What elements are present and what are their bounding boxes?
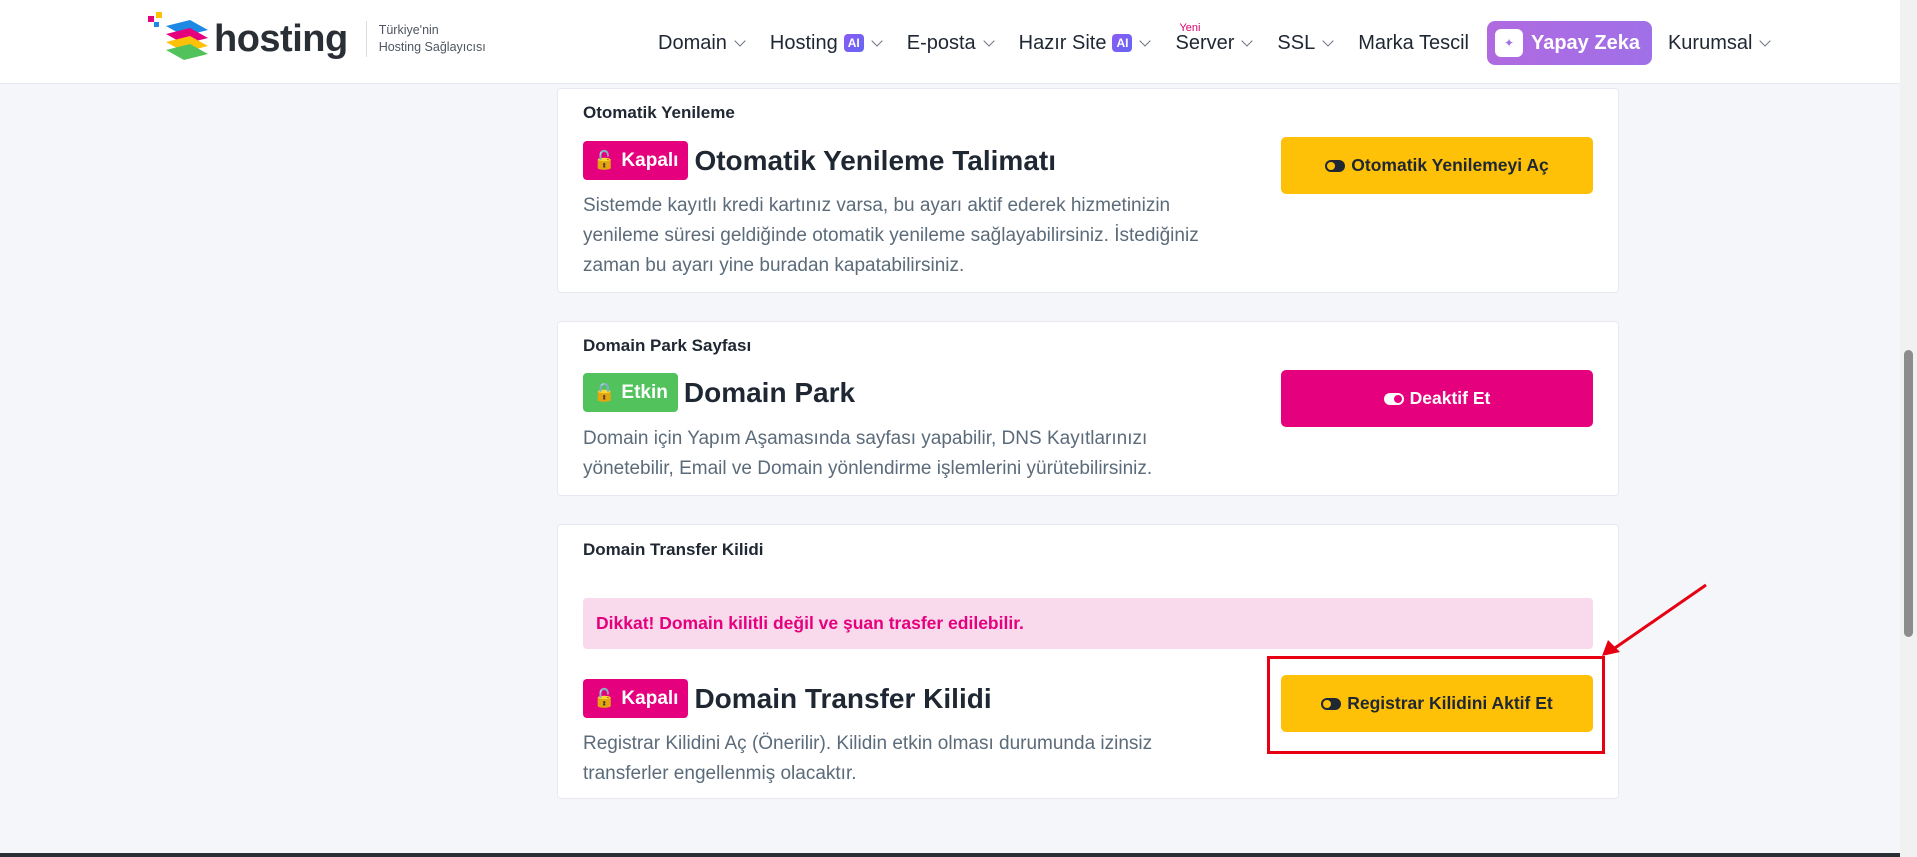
nav-kurumsal[interactable]: Kurumsal — [1667, 31, 1772, 55]
nav-domain[interactable]: Domain — [658, 31, 746, 55]
nav-domain-label: Domain — [658, 31, 727, 54]
nav-kurumsal-label: Kurumsal — [1667, 31, 1753, 54]
vertical-scrollbar[interactable] — [1900, 0, 1917, 857]
ai-badge: AI — [843, 34, 864, 52]
new-badge: Yeni — [1179, 21, 1201, 34]
status-badge: 🔓 Kapalı — [583, 679, 689, 718]
main-nav: Domain Hosting AI E-posta Hazır Site AI … — [658, 20, 1795, 66]
status-badge: 🔒 Etkin — [583, 373, 678, 412]
tagline-line-1: Türkiye'nin — [378, 23, 439, 37]
auto-renew-card: Otomatik Yenileme 🔓 Kapalı Otomatik Yeni… — [557, 88, 1619, 293]
card-title: Domain Park Sayfası — [583, 336, 752, 355]
button-label: Otomatik Yenilemeyi Aç — [1351, 155, 1549, 175]
chevron-down-icon — [734, 34, 746, 47]
brand-tagline: Türkiye'nin Hosting Sağlayıcısı — [379, 22, 486, 56]
chevron-down-icon — [1241, 34, 1254, 47]
description: Sistemde kayıtlı kredi kartınız varsa, b… — [583, 195, 1199, 276]
annotation-arrow-icon — [1602, 583, 1707, 656]
row-title: 🔓 Kapalı Otomatik Yenileme Talimatı — [583, 141, 1056, 180]
nav-yapay-zeka-label: Yapay Zeka — [1530, 31, 1640, 54]
unlock-icon: 🔓 — [593, 688, 616, 708]
card-title: Otomatik Yenileme — [583, 103, 735, 122]
status-label: Kapalı — [621, 687, 679, 709]
brand-logo[interactable]: hosting Türkiye'nin Hosting Sağlayıcısı — [146, 12, 486, 66]
nav-hosting[interactable]: Hosting AI — [769, 31, 883, 55]
chevron-down-icon — [871, 34, 883, 47]
card-title: Domain Transfer Kilidi — [583, 540, 764, 559]
deactivate-button[interactable]: Deaktif Et — [1281, 370, 1593, 427]
logo-mark-icon — [146, 12, 212, 66]
row-heading: Domain Transfer Kilidi — [694, 682, 992, 714]
nav-hosting-label: Hosting — [769, 31, 838, 54]
row-title: 🔓 Kapalı Domain Transfer Kilidi — [583, 679, 992, 718]
logo-divider — [365, 21, 367, 57]
nav-eposta-label: E-posta — [906, 31, 976, 54]
lock-icon: 🔒 — [593, 382, 616, 402]
nav-marka-tescil[interactable]: Marka Tescil — [1358, 32, 1469, 55]
chevron-down-icon — [1139, 34, 1152, 47]
ai-badge: AI — [1112, 34, 1133, 52]
nav-ssl[interactable]: SSL — [1277, 31, 1334, 55]
status-label: Etkin — [621, 381, 668, 403]
chevron-down-icon — [1759, 34, 1772, 47]
nav-yapay-zeka-button[interactable]: ✦ Yapay Zeka — [1486, 21, 1652, 65]
row-heading: Domain Park — [683, 376, 856, 408]
nav-server-label: Server — [1175, 31, 1235, 54]
status-label: Kapalı — [621, 149, 679, 171]
description: Domain için Yapım Aşamasında sayfası yap… — [583, 428, 1153, 479]
enable-auto-renew-button[interactable]: Otomatik Yenilemeyi Aç — [1281, 137, 1593, 194]
ai-sparkle-icon: ✦ — [1494, 29, 1523, 57]
unlock-icon: 🔓 — [593, 150, 616, 170]
chevron-down-icon — [1322, 34, 1334, 47]
row-title: 🔒 Etkin Domain Park — [583, 373, 855, 412]
nav-server[interactable]: Yeni Server — [1175, 22, 1254, 55]
chevron-down-icon — [983, 34, 995, 47]
tagline-line-2: Hosting Sağlayıcısı — [378, 40, 486, 54]
status-badge: 🔓 Kapalı — [583, 141, 689, 180]
description: Registrar Kilidini Aç (Önerilir). Kilidi… — [583, 733, 1153, 784]
warning-alert: Dikkat! Domain kilitli değil ve şuan tra… — [583, 598, 1593, 649]
button-label: Deaktif Et — [1409, 388, 1491, 408]
brand-name: hosting — [214, 17, 348, 60]
domain-park-card: Domain Park Sayfası 🔒 Etkin Domain Park … — [557, 321, 1619, 496]
row-heading: Otomatik Yenileme Talimatı — [694, 144, 1056, 176]
site-header: hosting Türkiye'nin Hosting Sağlayıcısı … — [0, 0, 1900, 84]
nav-hazir-site[interactable]: Hazır Site AI — [1018, 31, 1152, 55]
nav-eposta[interactable]: E-posta — [906, 31, 995, 55]
toggle-on-icon — [1383, 392, 1404, 405]
nav-ssl-label: SSL — [1277, 31, 1316, 54]
nav-hazir-site-label: Hazır Site — [1018, 31, 1107, 54]
toggle-off-icon — [1325, 159, 1346, 172]
bottom-edge — [0, 853, 1900, 857]
scrollbar-thumb[interactable] — [1904, 350, 1913, 637]
annotation-highlight-box — [1267, 656, 1605, 754]
nav-marka-tescil-label: Marka Tescil — [1358, 31, 1469, 54]
